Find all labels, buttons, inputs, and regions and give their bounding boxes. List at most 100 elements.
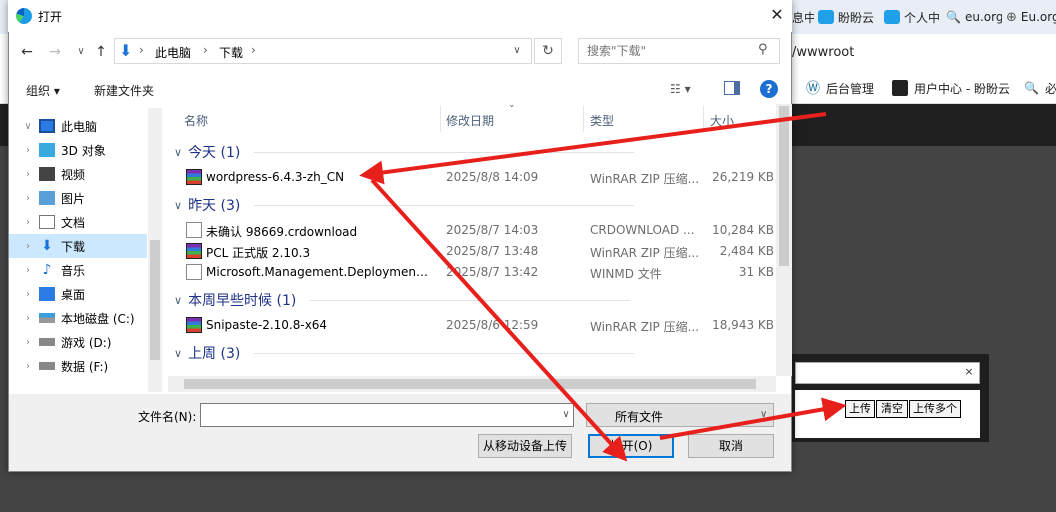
filename-input[interactable] — [200, 403, 574, 427]
preview-pane-icon[interactable] — [724, 81, 740, 95]
scrollbar-thumb[interactable] — [779, 106, 789, 266]
up-button[interactable]: ↑ — [92, 42, 110, 62]
file-row[interactable]: Microsoft.Management.Deployment... 2025/8… — [176, 262, 774, 283]
chevron-down-icon: ∨ — [174, 198, 183, 212]
browser-tab[interactable]: 息中 — [792, 6, 814, 28]
tree-item-drive-f[interactable]: › 数据 (F:) — [9, 354, 147, 378]
tree-item-this-pc[interactable]: ∨ 此电脑 — [9, 114, 147, 138]
column-divider[interactable] — [703, 106, 704, 132]
sort-chevron-icon: ⌄ — [508, 100, 516, 110]
search-input[interactable] — [578, 38, 780, 64]
breadcrumb-this-pc[interactable]: 此电脑 — [155, 44, 191, 61]
chevron-right-icon[interactable]: › — [21, 265, 35, 276]
address-bar[interactable]: ⬇ › 此电脑 › 下载 › — [114, 38, 532, 64]
chevron-right-icon[interactable]: › — [21, 241, 35, 252]
column-header-size[interactable]: 大小 — [710, 112, 734, 129]
recent-dropdown-button[interactable]: ∨ — [72, 42, 90, 62]
chevron-right-icon[interactable]: › — [21, 193, 35, 204]
scrollbar-thumb[interactable] — [150, 240, 160, 360]
organize-menu[interactable]: 组织 ▾ — [26, 82, 60, 99]
tree-item-pictures[interactable]: › 图片 — [9, 186, 147, 210]
winrar-archive-icon — [186, 317, 202, 333]
new-folder-button[interactable]: 新建文件夹 — [94, 82, 154, 99]
tree-item-music[interactable]: › ♪ 音乐 — [9, 258, 147, 282]
chevron-down-icon: ∨ — [174, 346, 183, 360]
group-header-yesterday[interactable]: ∨ 昨天 (3) — [174, 194, 635, 216]
bookmark-item[interactable]: 🔍 必 — [1024, 78, 1056, 98]
group-divider — [254, 204, 635, 206]
chevron-right-icon: › — [251, 43, 256, 57]
file-row[interactable]: PCL 正式版 2.10.3 2025/8/7 13:48 WinRAR ZIP 压… — [176, 241, 774, 262]
close-icon[interactable]: × — [962, 365, 976, 379]
upload-button[interactable]: 上传 — [845, 400, 875, 418]
chevron-down-icon[interactable]: ∨ — [560, 406, 572, 424]
group-header-today[interactable]: ∨ 今天 (1) — [174, 141, 635, 163]
group-label: 今天 (1) — [188, 145, 241, 161]
file-row[interactable]: 未确认 98669.crdownload 2025/8/7 14:03 CRDOWN… — [176, 220, 774, 241]
column-divider[interactable] — [440, 106, 441, 132]
forward-button[interactable]: → — [46, 42, 64, 62]
navigation-pane: ∨ 此电脑 › 3D 对象 › 视频 › 图片 › 文档 › ⬇ 下载 › ♪ 音乐 › 桌面 › 本… — [9, 104, 163, 394]
file-type-select[interactable]: 所有文件 — [586, 403, 774, 427]
browser-tab[interactable]: 盼盼云 — [818, 6, 880, 28]
open-button[interactable]: 打开(O) — [588, 434, 674, 458]
tree-item-drive-d[interactable]: › 游戏 (D:) — [9, 330, 147, 354]
file-row[interactable]: Snipaste-2.10.8-x64 2025/8/6 12:59 WinRAR … — [176, 315, 774, 336]
tree-item-documents[interactable]: › 文档 — [9, 210, 147, 234]
browser-tab[interactable]: 🔍 eu.org — [946, 6, 1002, 28]
tree-item-desktop[interactable]: › 桌面 — [9, 282, 147, 306]
tree-item-3d-objects[interactable]: › 3D 对象 — [9, 138, 147, 162]
tree-item-drive-c[interactable]: › 本地磁盘 (C:) — [9, 306, 147, 330]
group-header-earlier-this-week[interactable]: ∨ 本周早些时候 (1) — [174, 289, 631, 311]
chevron-right-icon[interactable]: › — [21, 289, 35, 300]
view-options-icon[interactable]: ☷ ▾ — [670, 82, 691, 96]
tree-item-label: 视频 — [61, 167, 86, 182]
chevron-down-icon[interactable]: ∨ — [508, 40, 526, 62]
column-header-name[interactable]: 名称 — [184, 112, 208, 129]
file-row[interactable]: wordpress-6.4.3-zh_CN 2025/8/8 14:09 WinRA… — [176, 167, 774, 188]
scrollbar-thumb[interactable] — [184, 379, 756, 389]
browser-tab[interactable]: 个人中 — [884, 6, 940, 28]
column-header-date[interactable]: 修改日期 — [446, 112, 494, 129]
refresh-button[interactable]: ↻ — [534, 38, 562, 64]
cancel-button[interactable]: 取消 — [688, 434, 774, 458]
bookmark-item[interactable]: 用户中心 - 盼盼云 — [892, 78, 1010, 98]
search-icon: ⚲ — [758, 42, 768, 57]
edge-icon — [16, 8, 32, 24]
3d-objects-icon — [39, 143, 55, 157]
file-name: Snipaste-2.10.8-x64 — [206, 318, 328, 332]
browser-tab[interactable]: ⊕ Eu.org — [1006, 6, 1056, 28]
bilibili-icon — [818, 10, 834, 24]
site-icon — [892, 80, 908, 96]
breadcrumb-downloads[interactable]: 下载 — [219, 44, 243, 61]
group-header-last-week[interactable]: ∨ 上周 (3) — [174, 342, 635, 364]
tab-label: 息中 — [792, 10, 814, 25]
chevron-down-icon[interactable]: ∨ — [21, 121, 35, 132]
upload-from-mobile-button[interactable]: 从移动设备上传 — [478, 434, 572, 458]
column-divider[interactable] — [583, 106, 584, 132]
file-type: WinRAR ZIP 压缩... — [590, 172, 700, 186]
chevron-down-icon: ∨ — [174, 293, 183, 307]
tree-item-videos[interactable]: › 视频 — [9, 162, 147, 186]
globe-icon: ⊕ — [1006, 9, 1017, 25]
chevron-right-icon[interactable]: › — [21, 361, 35, 372]
group-label: 上周 (3) — [188, 346, 241, 362]
column-header-type[interactable]: 类型 — [590, 112, 614, 129]
chevron-right-icon[interactable]: › — [21, 337, 35, 348]
clear-button[interactable]: 清空 — [876, 400, 908, 418]
group-label: 昨天 (3) — [188, 198, 241, 214]
close-button[interactable]: ✕ — [766, 4, 788, 26]
chevron-right-icon[interactable]: › — [21, 145, 35, 156]
help-icon[interactable]: ? — [760, 80, 778, 98]
upload-multiple-button[interactable]: 上传多个 — [909, 400, 961, 418]
chevron-down-icon[interactable]: ∨ — [760, 406, 772, 424]
tree-item-downloads[interactable]: › ⬇ 下载 — [9, 234, 147, 258]
chevron-right-icon[interactable]: › — [21, 217, 35, 228]
chevron-right-icon[interactable]: › — [21, 313, 35, 324]
tree-item-label: 音乐 — [61, 263, 86, 278]
winrar-archive-icon — [186, 169, 202, 185]
downloads-icon: ⬇ — [41, 238, 53, 254]
chevron-right-icon[interactable]: › — [21, 169, 35, 180]
bookmark-item[interactable]: Ⓦ 后台管理 — [806, 78, 874, 98]
back-button[interactable]: ← — [18, 42, 36, 62]
